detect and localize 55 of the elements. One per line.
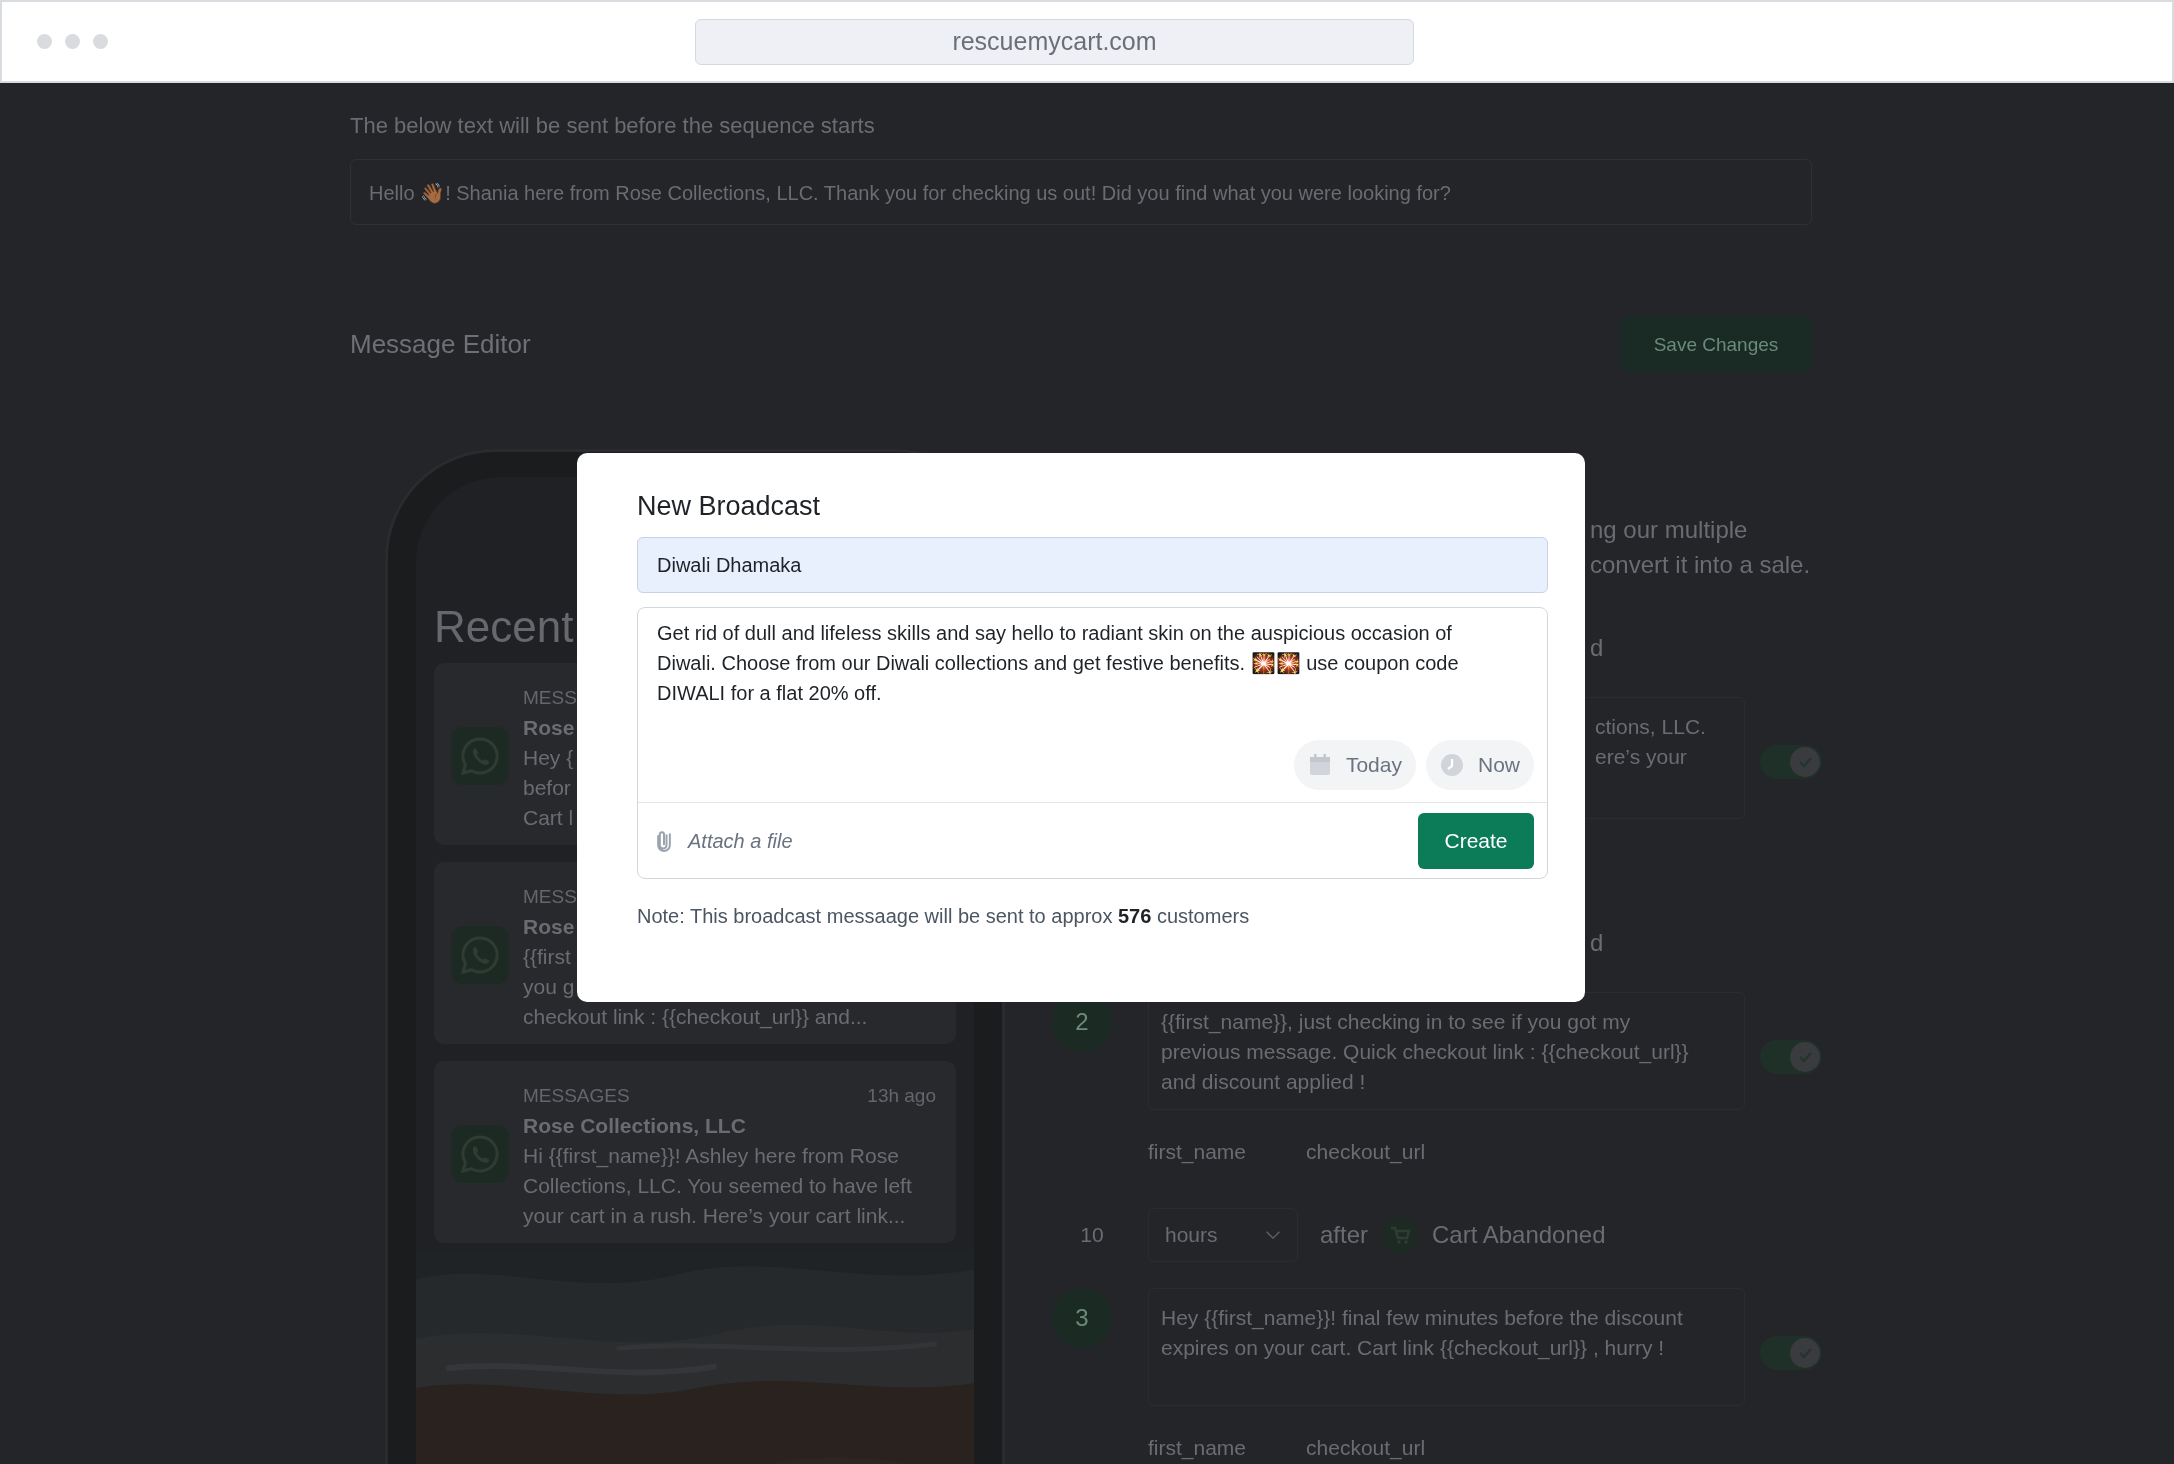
notification-text: your cart in a rush. Here’s your cart link...	[523, 1203, 906, 1229]
description-text: ng our multiple	[1590, 515, 1748, 545]
description-text: convert it into a sale.	[1590, 550, 1811, 580]
address-bar[interactable]: rescuemycart.com	[695, 18, 1414, 65]
notification-text: checkout link : {{checkout_url}} and...	[523, 1004, 868, 1031]
notification-text: Cart l	[523, 805, 574, 831]
step-number: 3	[1052, 1288, 1112, 1348]
notification-text: befor	[523, 775, 571, 801]
notification-sender: Rose Collections, LLC	[523, 1113, 746, 1139]
clock-icon	[1440, 753, 1464, 777]
variable-tag[interactable]: first_name	[1148, 1140, 1247, 1164]
notification-text: Hi {{first_name}}! Ashley here from Rose	[523, 1143, 899, 1170]
notification-sender: Rose	[523, 715, 575, 741]
delay-text: d	[1590, 632, 1604, 663]
window-dot-icon[interactable]	[93, 34, 108, 49]
intro-label: The below text will be sent before the sequence starts	[350, 113, 875, 139]
variable-tag[interactable]: first_name	[1148, 1436, 1247, 1460]
delay-amount[interactable]: 10	[1052, 1223, 1132, 1247]
notification-sender: Rose	[523, 914, 575, 940]
recipient-note: Note: This broadcast messaage will be sent to approx 576 customers	[637, 905, 1251, 928]
window-dot-icon[interactable]	[65, 34, 80, 49]
intro-message-field[interactable]: Hello 👋🏾! Shania here from Rose Collections, LLC. Thank you for checking us out! Did you find what you were looking for?	[350, 159, 1812, 225]
notification-text: Hey {	[523, 745, 574, 771]
toggle-switch[interactable]	[1760, 1336, 1822, 1370]
delay-text: d	[1590, 927, 1604, 958]
trigger-event: Cart Abandoned	[1432, 1221, 1606, 1249]
delay-text: after	[1320, 1221, 1369, 1249]
variable-tag[interactable]: checkout_url	[1306, 1436, 1426, 1460]
notification-app-label: MESS	[523, 885, 577, 909]
unit-select[interactable]: hours	[1148, 1208, 1298, 1262]
window-dot-icon[interactable]	[37, 34, 52, 49]
message-field[interactable]: Get rid of dull and lifeless skills and say hello to radiant skin on the auspicious occasion of Diwali. Choose from our Diwali collections and get festive benefits. 🎇🎇 use coupon code DIWALI for a flat 20% off.	[638, 608, 1547, 728]
paperclip-icon	[654, 828, 674, 854]
phone-heading: Recent	[434, 602, 574, 652]
broadcast-name-field[interactable]: Diwali Dhamaka	[637, 537, 1548, 593]
notification-time: 13h ago	[867, 1084, 936, 1108]
date-button[interactable]: Today	[1293, 740, 1416, 790]
notification-app-label: MESSAGES	[523, 1084, 630, 1108]
time-button[interactable]: Now	[1426, 740, 1534, 790]
save-button[interactable]: Save Changes	[1620, 317, 1812, 372]
notification-text: Collections, LLC. You seemed to have left	[523, 1173, 912, 1199]
section-title: Message Editor	[350, 329, 531, 360]
notification-card[interactable]: MESSAGES 13h ago Rose Collections, LLC Hi {{first_name}}! Ashley here from Rose Collections, LLC. You seemed to have left your cart in a rush. Here’s your cart link...	[434, 1061, 956, 1243]
toggle-switch[interactable]	[1760, 745, 1822, 779]
create-button[interactable]: Create	[1418, 813, 1534, 869]
attach-file-button[interactable]: Attach a file	[654, 828, 793, 854]
notification-text: {{first	[523, 944, 571, 970]
notification-app-label: MESS	[523, 686, 577, 710]
chevron-icon	[1265, 1230, 1281, 1240]
dialog-title: New Broadcast	[637, 491, 822, 523]
message-field[interactable]: Hey {{first_name}}! final few minutes before the discount expires on your cart. Cart link {{checkout_url}} , hurry !	[1148, 1288, 1745, 1406]
notification-text: you g	[523, 974, 575, 1000]
variable-tag[interactable]: checkout_url	[1306, 1140, 1426, 1164]
calendar-icon	[1307, 753, 1332, 777]
toggle-switch[interactable]	[1760, 1040, 1822, 1074]
